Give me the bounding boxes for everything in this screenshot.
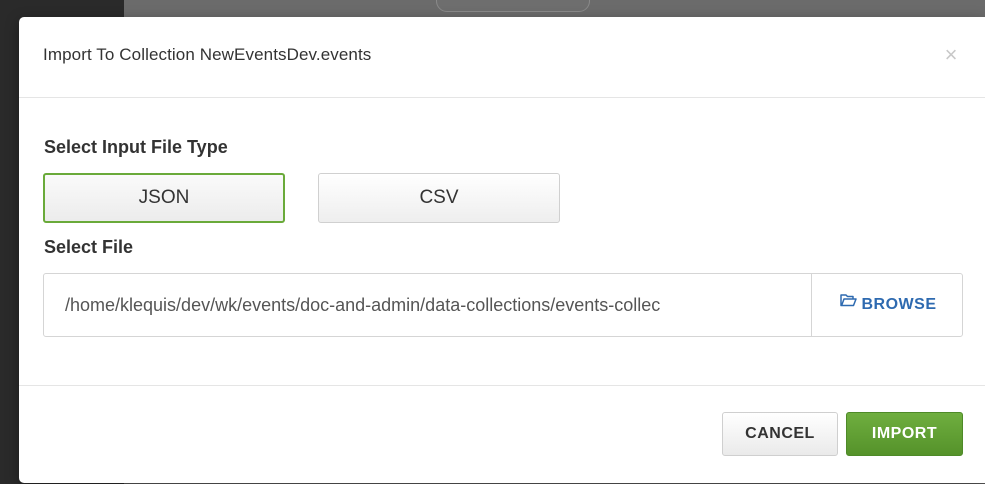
background-toolbar [124, 0, 985, 18]
file-path-input[interactable]: /home/klequis/dev/wk/events/doc-and-admi… [44, 274, 812, 336]
select-file-label: Select File [44, 237, 134, 257]
close-button[interactable]: × [941, 43, 961, 67]
dialog-header: Import To Collection NewEventsDev.events… [19, 17, 985, 98]
json-type-button[interactable]: JSON [43, 173, 285, 223]
browse-button[interactable]: BROWSE [813, 274, 963, 336]
import-button[interactable]: IMPORT [846, 412, 963, 456]
background-pill [436, 0, 590, 12]
file-type-label: Select Input File Type [44, 137, 228, 157]
dialog-footer: CANCEL IMPORT [19, 386, 985, 483]
file-input-group: /home/klequis/dev/wk/events/doc-and-admi… [43, 273, 963, 337]
dialog-title: Import To Collection NewEventsDev.events [43, 45, 372, 64]
import-dialog: Import To Collection NewEventsDev.events… [19, 17, 985, 483]
dialog-body: Select Input File Type JSON CSV Select F… [19, 98, 985, 386]
browse-label: BROWSE [861, 296, 937, 313]
cancel-button[interactable]: CANCEL [722, 412, 838, 456]
csv-type-button[interactable]: CSV [318, 173, 560, 223]
close-icon: × [944, 42, 958, 67]
folder-open-icon [839, 272, 857, 334]
